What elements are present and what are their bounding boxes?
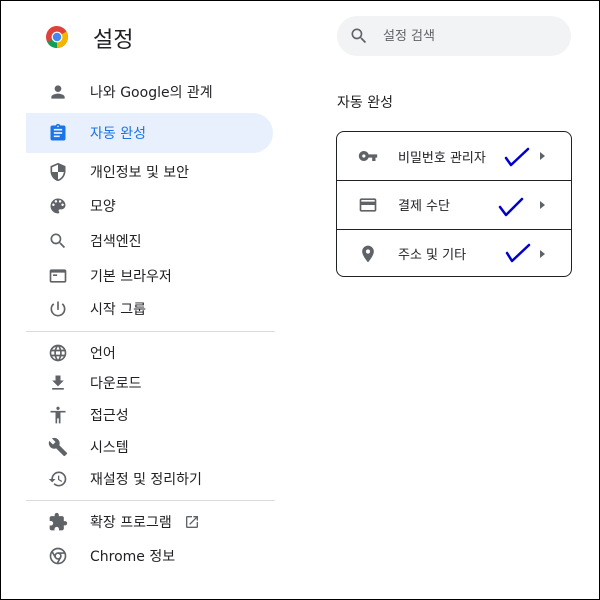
sidebar-divider: [26, 500, 275, 501]
power-icon: [48, 299, 68, 319]
chrome-icon: [48, 546, 68, 566]
palette-icon: [48, 196, 68, 216]
payment-methods-row[interactable]: 결제 수단: [337, 180, 571, 228]
chrome-logo-icon: [46, 26, 68, 48]
credit-card-icon: [358, 195, 378, 215]
browser-window-icon: [48, 266, 68, 286]
addresses-row[interactable]: 주소 및 기타: [337, 229, 571, 277]
sidebar-item-label: 언어: [90, 346, 116, 362]
sidebar-item-label: 재설정 및 정리하기: [90, 472, 202, 488]
search-icon: [48, 231, 68, 251]
sidebar-item-label: 모양: [90, 199, 116, 215]
sidebar-divider: [26, 331, 275, 332]
password-manager-row[interactable]: 비밀번호 관리자: [337, 132, 571, 180]
globe-icon: [48, 343, 68, 363]
sidebar-item-label: 기본 브라우저: [90, 269, 172, 285]
shield-icon: [48, 162, 68, 182]
sidebar-item-about-chrome[interactable]: Chrome 정보: [26, 536, 273, 576]
search-box[interactable]: [337, 16, 571, 56]
person-icon: [48, 82, 68, 102]
sidebar-item-label: 나와 Google의 관계: [90, 85, 213, 101]
sidebar-item-label: 개인정보 및 보안: [90, 165, 190, 181]
sidebar-item-autofill[interactable]: 자동 완성: [26, 113, 273, 153]
sidebar-item-label: 검색엔진: [90, 234, 142, 250]
check-mark-icon: [505, 243, 531, 263]
page-title: 설정: [93, 28, 134, 53]
search-icon: [351, 28, 367, 44]
sidebar-item-you-and-google[interactable]: 나와 Google의 관계: [26, 72, 273, 112]
location-pin-icon: [358, 244, 378, 264]
sidebar-item-label: 확장 프로그램: [90, 515, 172, 531]
check-mark-icon: [498, 197, 524, 217]
arrow-right-icon: [540, 250, 545, 258]
check-mark-icon: [504, 147, 530, 167]
row-label: 주소 및 기타: [398, 248, 467, 263]
row-label: 결제 수단: [398, 199, 450, 214]
download-icon: [48, 373, 68, 393]
sidebar-item-label: 다운로드: [90, 376, 142, 392]
puzzle-icon: [48, 512, 68, 532]
row-label: 비밀번호 관리자: [398, 150, 486, 166]
sidebar-item-label: 접근성: [90, 408, 129, 424]
section-title: 자동 완성: [337, 95, 393, 111]
wrench-icon: [48, 437, 68, 457]
key-icon: [358, 146, 378, 166]
sidebar-item-label: 시작 그룹: [90, 302, 146, 318]
history-icon: [48, 469, 68, 489]
sidebar-item-search-engine[interactable]: 검색엔진: [26, 221, 273, 261]
arrow-right-icon: [540, 152, 545, 160]
accessibility-icon: [48, 405, 68, 425]
sidebar-item-on-startup[interactable]: 시작 그룹: [26, 289, 273, 329]
autofill-card: 비밀번호 관리자 결제 수단 주소 및 기타: [336, 131, 572, 277]
search-input[interactable]: [383, 28, 553, 44]
sidebar-item-label: 자동 완성: [90, 126, 146, 142]
clipboard-icon: [48, 123, 68, 143]
sidebar-item-appearance[interactable]: 모양: [26, 186, 273, 226]
arrow-right-icon: [540, 201, 545, 209]
sidebar-item-label: 시스템: [90, 440, 129, 456]
open-in-new-icon: [185, 516, 198, 528]
sidebar-item-reset-cleanup[interactable]: 재설정 및 정리하기: [26, 459, 273, 499]
sidebar-item-label: Chrome 정보: [90, 549, 176, 565]
